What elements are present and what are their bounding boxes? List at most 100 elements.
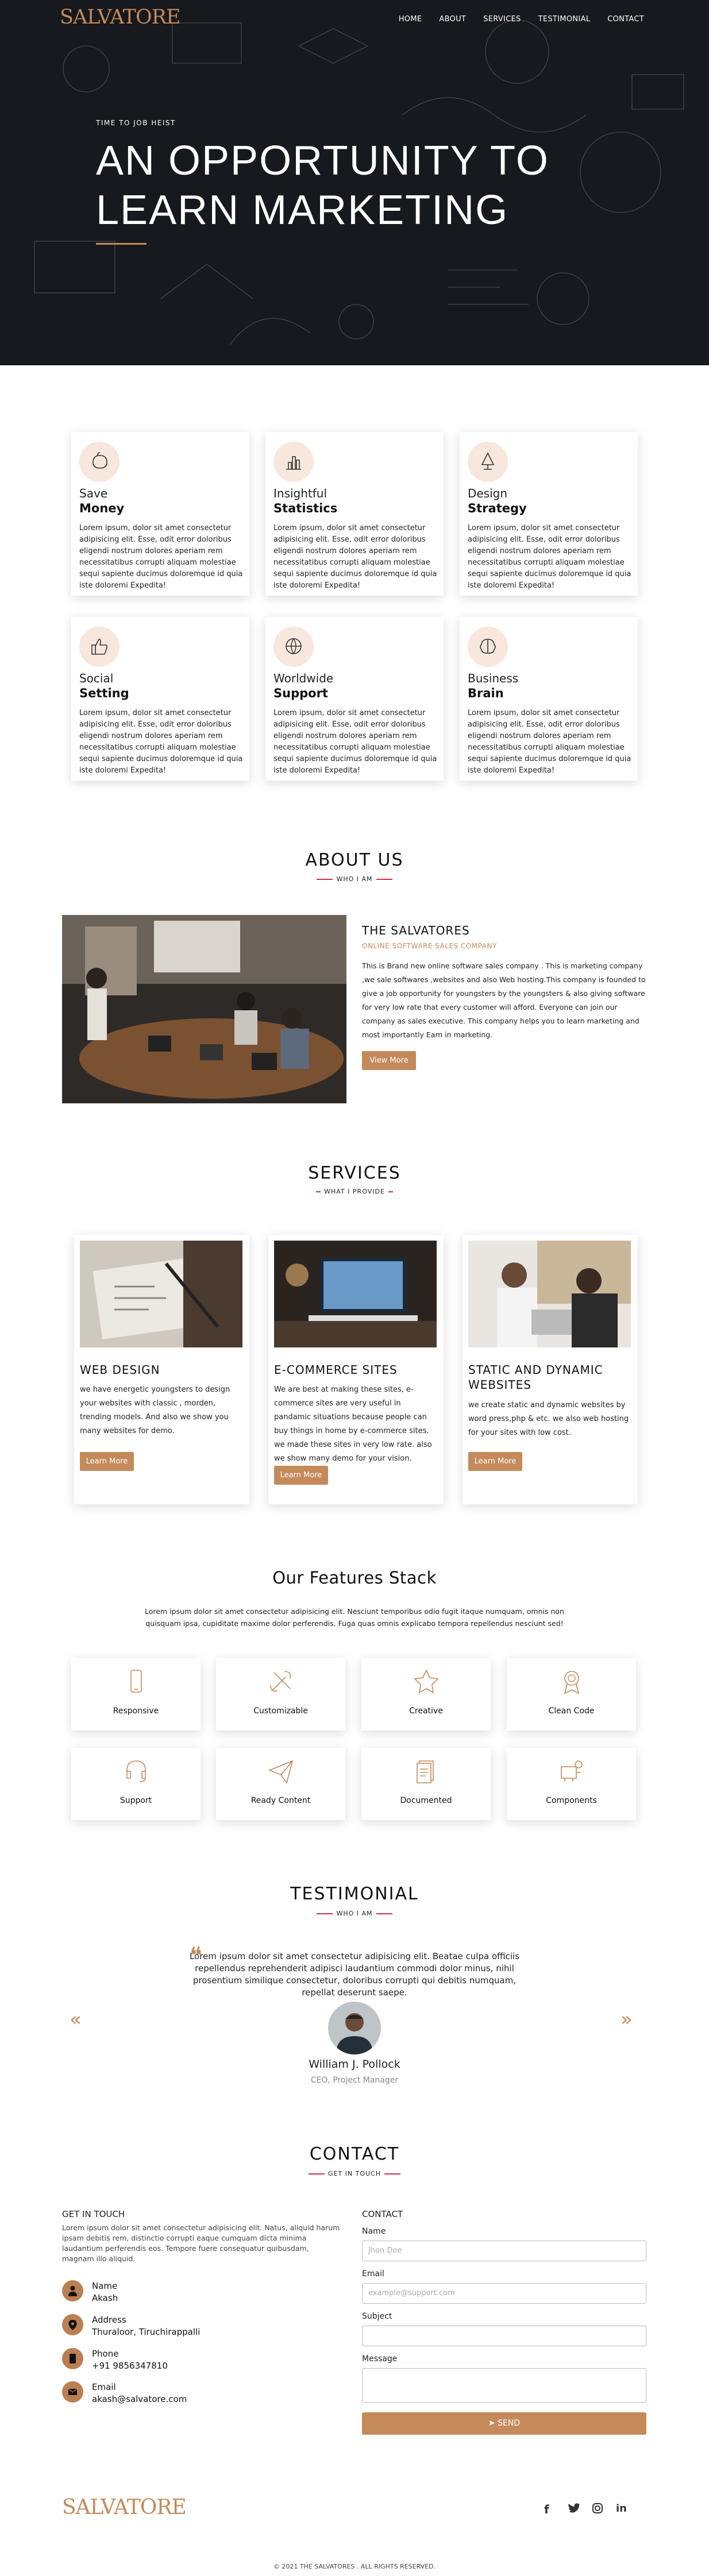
testimonial-role: CEO, Project Manager [310, 2076, 399, 2085]
card-title-light: Worldwide [273, 671, 334, 685]
card-title-bold: Strategy [468, 501, 527, 515]
about-subtitle: WHO I AM [0, 875, 709, 883]
hero-section: SALVATORE HOME ABOUT SERVICES TESTIMONIA… [0, 0, 709, 365]
testimonial-name: William J. Pollock [309, 2058, 400, 2071]
static-dynamic-image [468, 1241, 631, 1347]
card-title-light: Business [468, 671, 519, 685]
globe-icon [273, 627, 314, 667]
prev-arrow-icon[interactable]: « [70, 2008, 82, 2031]
phone-icon [62, 2348, 83, 2369]
subject-input[interactable] [362, 2326, 646, 2346]
card-text: Lorem ipsum, dolor sit amet consectetur … [468, 709, 631, 775]
card-worldwide-support: Worldwide Support Lorem ipsum, dolor sit… [265, 617, 444, 781]
location-icon [62, 2314, 83, 2335]
service-text: We are best at making these sites, e-com… [274, 1385, 432, 1463]
nav-home[interactable]: HOME [399, 15, 422, 24]
feature-clean-code: Clean Code [507, 1658, 636, 1731]
card-save-money: Save Money Lorem ipsum, dolor sit amet c… [71, 432, 249, 596]
features-text: Lorem ipsum dolor sit amet consectetur a… [145, 1607, 564, 1628]
email-input[interactable]: example@support.com [362, 2283, 646, 2304]
card-title-bold: Statistics [273, 501, 338, 515]
services-title: SERVICES [308, 1163, 401, 1183]
message-label: Message [362, 2354, 398, 2363]
header-logo[interactable]: SALVATORE [60, 6, 181, 29]
star-icon [414, 1669, 439, 1694]
headset-icon [126, 1760, 146, 1782]
service-title: STATIC AND DYNAMIC WEBSITES [468, 1363, 603, 1392]
components-icon [561, 1760, 583, 1782]
card-title-bold: Support [273, 686, 328, 700]
subject-label: Subject [362, 2312, 392, 2321]
card-title-bold: Setting [79, 686, 129, 700]
facebook-icon[interactable]: f [544, 2502, 549, 2516]
feature-responsive: Responsive [71, 1658, 201, 1731]
about-text: This is Brand new online software sales … [362, 961, 646, 1039]
card-text: Lorem ipsum, dolor sit amet consectetur … [273, 709, 437, 775]
copyright: © 2021 THE SALVATORES . ALL RIGHTS RESER… [273, 2563, 436, 2570]
contact-left-title: GET IN TOUCH [62, 2209, 125, 2219]
mail-icon [62, 2381, 83, 2403]
card-design-strategy: Design Strategy Lorem ipsum, dolor sit a… [460, 432, 638, 596]
email-label: Email [362, 2269, 384, 2278]
about-image [62, 915, 346, 1103]
feature-creative: Creative [361, 1658, 491, 1731]
linkedin-icon[interactable]: in [616, 2502, 627, 2515]
contact-email-info: Email akash@salvatore.com [92, 2382, 187, 2404]
feature-documented: Documented [361, 1748, 491, 1820]
service-text: we have energetic youngsters to design y… [80, 1385, 230, 1435]
about-title: ABOUT US [305, 850, 404, 870]
card-text: Lorem ipsum, dolor sit amet consectetur … [273, 524, 437, 590]
service-card-static-dynamic: STATIC AND DYNAMIC WEBSITES we create st… [463, 1235, 638, 1504]
thumbs-up-icon [79, 627, 120, 667]
about-tagline: ONLINE SOFTWARE SALES COMPANY [362, 942, 497, 950]
tools-icon [270, 1671, 291, 1692]
feature-ready-content: Ready Content [216, 1748, 345, 1820]
service-title: E-COMMERCE SITES [274, 1363, 398, 1377]
card-title-light: Save [79, 486, 108, 500]
card-text: Lorem ipsum, dolor sit amet consectetur … [468, 524, 631, 590]
learn-more-button[interactable]: Learn More [80, 1452, 134, 1471]
web-design-image [80, 1241, 242, 1347]
bar-chart-icon [273, 442, 314, 482]
send-button[interactable]: ➤ SEND [362, 2412, 646, 2435]
mobile-icon [130, 1670, 142, 1693]
card-title-bold: Money [79, 501, 125, 515]
card-title-light: Social [79, 671, 114, 685]
card-title-bold: Brain [468, 686, 504, 700]
view-more-button[interactable]: View More [362, 1051, 416, 1070]
nav-about[interactable]: ABOUT [439, 15, 466, 24]
card-text: Lorem ipsum, dolor sit amet consectetur … [79, 524, 243, 590]
ecommerce-image [274, 1241, 437, 1347]
testimonial-title: TESTIMONIAL [290, 1884, 419, 1904]
card-business-brain: Business Brain Lorem ipsum, dolor sit am… [460, 617, 638, 781]
contact-name-info: Name Akash [92, 2281, 118, 2303]
feature-components: Components [507, 1748, 636, 1820]
feature-support: Support [71, 1748, 201, 1820]
card-text: Lorem ipsum, dolor sit amet consectetur … [79, 709, 243, 775]
next-arrow-icon[interactable]: » [621, 2008, 633, 2031]
nav-services[interactable]: SERVICES [483, 15, 521, 24]
name-input[interactable]: Jhon Doe [362, 2241, 646, 2261]
nav-contact[interactable]: CONTACT [607, 15, 644, 24]
instagram-icon[interactable] [592, 2502, 603, 2517]
twitter-icon[interactable] [568, 2502, 580, 2517]
footer-logo[interactable]: SALVATORE [62, 2496, 187, 2519]
features-title: Our Features Stack [272, 1568, 437, 1588]
design-icon [468, 442, 508, 482]
service-title: WEB DESIGN [80, 1363, 160, 1377]
piggy-bank-icon [79, 442, 120, 482]
name-label: Name [362, 2227, 386, 2236]
brain-icon [468, 627, 508, 667]
contact-title: CONTACT [309, 2144, 400, 2164]
services-subtitle: WHAT I PROVIDE [0, 1188, 709, 1195]
about-company-name: THE SALVATORES [362, 924, 470, 937]
contact-subtitle: GET IN TOUCH [0, 2170, 709, 2177]
hero-kicker: TIME TO JOB HEIST [96, 119, 176, 127]
nav-testimonial[interactable]: TESTIMONIAL [538, 15, 591, 24]
learn-more-button[interactable]: Learn More [468, 1452, 522, 1471]
service-card-web-design: WEB DESIGN we have energetic youngsters … [74, 1235, 249, 1504]
main-nav: HOME ABOUT SERVICES TESTIMONIAL CONTACT [382, 15, 644, 24]
feature-customizable: Customizable [216, 1658, 345, 1731]
learn-more-button[interactable]: Learn More [274, 1466, 328, 1485]
message-textarea[interactable] [362, 2368, 646, 2403]
